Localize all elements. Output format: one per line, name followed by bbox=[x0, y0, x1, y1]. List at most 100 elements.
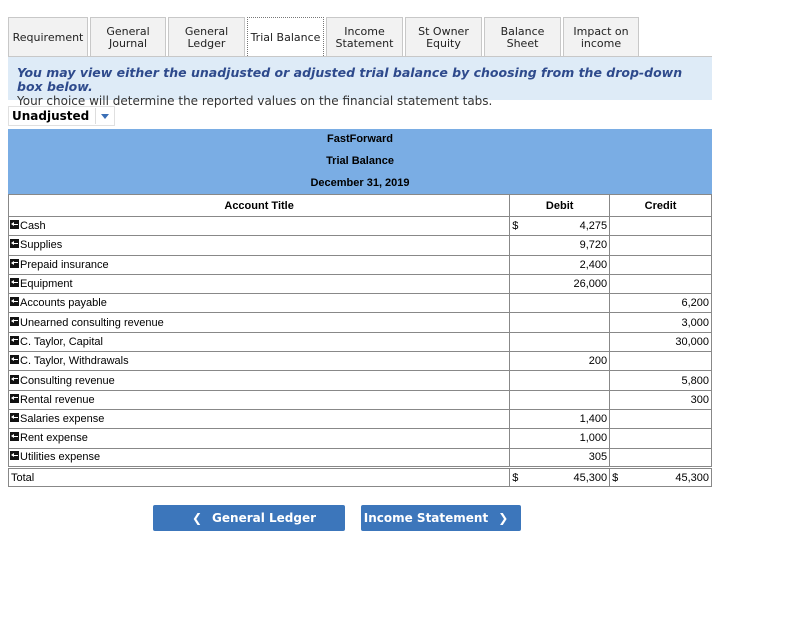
account-title: Cash bbox=[20, 220, 46, 233]
tab-balance-sheet[interactable]: Balance Sheet bbox=[484, 17, 561, 57]
table-row: Utilities expense 305 bbox=[7, 447, 712, 468]
tab-impact-on-income[interactable]: Impact on income bbox=[563, 17, 639, 57]
credit-cell[interactable] bbox=[609, 408, 712, 430]
tab-general-ledger[interactable]: General Ledger bbox=[168, 17, 245, 57]
tab-label-line: Requirement bbox=[12, 30, 84, 44]
account-picker-arrow-icon[interactable] bbox=[10, 335, 19, 345]
chevron-down-icon[interactable] bbox=[96, 113, 114, 119]
account-cell[interactable]: Supplies bbox=[7, 235, 511, 256]
account-cell[interactable]: C. Taylor, Capital bbox=[7, 331, 511, 353]
tab-label-line: Sheet bbox=[506, 36, 539, 50]
credit-cell[interactable] bbox=[609, 447, 712, 468]
credit-cell[interactable] bbox=[609, 428, 712, 449]
credit-cell[interactable] bbox=[609, 235, 712, 256]
total-debit-cell[interactable]: $45,300 bbox=[509, 465, 611, 488]
credit-cell[interactable]: 30,000 bbox=[609, 331, 712, 353]
debit-cell[interactable]: 305 bbox=[509, 447, 611, 468]
debit-cell[interactable]: 1,000 bbox=[509, 428, 611, 449]
credit-cell[interactable]: 300 bbox=[609, 389, 712, 410]
statement-date: December 31, 2019 bbox=[310, 177, 410, 189]
statement-title: Trial Balance bbox=[326, 155, 394, 167]
account-picker-arrow-icon[interactable] bbox=[10, 220, 19, 230]
account-picker-arrow-icon[interactable] bbox=[10, 316, 19, 326]
account-cell[interactable]: C. Taylor, Withdrawals bbox=[7, 351, 511, 372]
account-cell[interactable]: Salaries expense bbox=[7, 408, 511, 430]
tab-label: General Ledger bbox=[184, 24, 229, 50]
amount: 45,300 bbox=[573, 471, 608, 484]
debit-cell[interactable] bbox=[509, 293, 611, 314]
total-credit-cell[interactable]: $45,300 bbox=[609, 465, 712, 488]
debit-cell[interactable] bbox=[509, 312, 611, 333]
account-picker-arrow-icon[interactable] bbox=[10, 393, 19, 403]
table-row: Accounts payable 6,200 bbox=[7, 293, 712, 314]
debit-cell[interactable]: 200 bbox=[509, 351, 611, 372]
amount: 300 bbox=[690, 393, 709, 406]
column-header-account: Account Title bbox=[7, 194, 511, 217]
tab-general-journal[interactable]: General Journal bbox=[90, 17, 166, 57]
tab-requirement[interactable]: Requirement bbox=[8, 17, 88, 57]
account-picker-arrow-icon[interactable] bbox=[10, 278, 19, 288]
debit-cell[interactable]: 9,720 bbox=[509, 235, 611, 256]
account-picker-arrow-icon[interactable] bbox=[10, 239, 19, 249]
tab-label-line: General bbox=[106, 24, 150, 38]
tab-trial-balance[interactable]: Trial Balance bbox=[247, 17, 324, 58]
credit-cell[interactable]: 5,800 bbox=[609, 370, 712, 391]
account-cell[interactable]: Unearned consulting revenue bbox=[7, 312, 511, 333]
account-title: Rent expense bbox=[20, 432, 88, 445]
credit-cell[interactable] bbox=[609, 273, 712, 295]
debit-cell[interactable]: 26,000 bbox=[509, 273, 611, 295]
account-cell[interactable]: Utilities expense bbox=[7, 447, 511, 468]
account-picker-arrow-icon[interactable] bbox=[10, 258, 19, 268]
instruction-subtext: Your choice will determine the reported … bbox=[17, 94, 493, 108]
credit-cell[interactable] bbox=[609, 215, 712, 237]
trial-balance-type-select[interactable]: Unadjusted bbox=[8, 106, 115, 126]
tab-st-owner-equity[interactable]: St Owner Equity bbox=[405, 17, 482, 57]
company-name: FastForward bbox=[326, 133, 393, 145]
debit-cell[interactable]: 1,400 bbox=[509, 408, 611, 430]
account-cell[interactable]: Consulting revenue bbox=[7, 370, 511, 391]
account-title: Supplies bbox=[20, 239, 63, 252]
account-title: Consulting revenue bbox=[20, 374, 115, 387]
tab-label-line: Equity bbox=[426, 36, 461, 50]
amount: 5,800 bbox=[681, 374, 709, 387]
chevron-left-icon: ❮ bbox=[191, 511, 203, 525]
table-row: Unearned consulting revenue 3,000 bbox=[7, 312, 712, 333]
account-title: Unearned consulting revenue bbox=[20, 316, 164, 329]
account-picker-arrow-icon[interactable] bbox=[10, 297, 19, 307]
tab-label-line: St Owner bbox=[418, 24, 469, 38]
debit-cell[interactable]: 2,400 bbox=[509, 254, 611, 275]
account-cell[interactable]: Prepaid insurance bbox=[7, 254, 511, 275]
table-row: Rent expense 1,000 bbox=[7, 428, 712, 449]
tab-label-line: Balance bbox=[500, 24, 545, 38]
account-cell[interactable]: Rent expense bbox=[7, 428, 511, 449]
account-picker-arrow-icon[interactable] bbox=[10, 432, 19, 442]
credit-cell[interactable]: 6,200 bbox=[609, 293, 712, 314]
total-row: Total $45,300 $45,300 bbox=[7, 465, 712, 488]
account-cell[interactable]: Rental revenue bbox=[7, 389, 511, 410]
debit-cell[interactable]: $4,275 bbox=[509, 215, 611, 237]
tab-label-line: General bbox=[184, 24, 229, 38]
account-picker-arrow-icon[interactable] bbox=[10, 451, 19, 461]
account-picker-arrow-icon[interactable] bbox=[10, 374, 19, 384]
account-cell[interactable]: Cash bbox=[7, 215, 511, 237]
prev-button-label: General Ledger bbox=[212, 511, 317, 525]
account-picker-arrow-icon[interactable] bbox=[10, 413, 19, 423]
account-picker-arrow-icon[interactable] bbox=[10, 355, 19, 365]
prev-general-ledger-button[interactable]: ❮ General Ledger bbox=[153, 505, 345, 531]
next-income-statement-button[interactable]: Income Statement ❯ bbox=[361, 505, 521, 531]
account-cell[interactable]: Accounts payable bbox=[7, 293, 511, 314]
debit-cell[interactable] bbox=[509, 370, 611, 391]
account-cell[interactable]: Equipment bbox=[7, 273, 511, 295]
credit-cell[interactable] bbox=[609, 351, 712, 372]
tab-label: General Journal bbox=[106, 24, 150, 50]
debit-cell[interactable] bbox=[509, 331, 611, 353]
credit-cell[interactable]: 3,000 bbox=[609, 312, 712, 333]
table-row: Prepaid insurance 2,400 bbox=[7, 254, 712, 275]
amount: 305 bbox=[588, 451, 608, 464]
debit-cell[interactable] bbox=[509, 389, 611, 410]
selected-value: Unadjusted bbox=[12, 109, 90, 123]
statement-header: FastForward Trial Balance December 31, 2… bbox=[8, 129, 712, 194]
tab-income-statement[interactable]: Income Statement bbox=[326, 17, 403, 57]
credit-cell[interactable] bbox=[609, 254, 712, 275]
account-title: Salaries expense bbox=[20, 413, 105, 426]
